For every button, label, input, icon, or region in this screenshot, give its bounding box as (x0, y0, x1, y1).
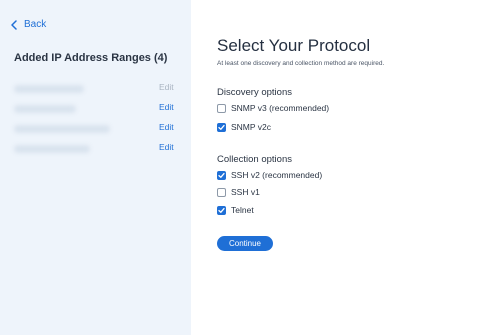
protocol-panel: Select Your Protocol At least one discov… (191, 0, 503, 335)
option-label: SNMP v3 (recommended) (231, 103, 330, 113)
discovery-options-title: Discovery options (217, 87, 292, 98)
sidebar: Back Added IP Address Ranges (4) Edit Ed… (0, 0, 191, 335)
back-link[interactable]: Back (10, 19, 46, 30)
check-icon (218, 124, 225, 130)
ip-range-edit-link[interactable]: Edit (159, 142, 174, 152)
option-label: SSH v1 (231, 187, 260, 197)
check-icon (218, 172, 225, 178)
ip-range-edit-link[interactable]: Edit (159, 122, 174, 132)
ip-range-row: Edit (0, 122, 191, 136)
option-label: SSH v2 (recommended) (231, 170, 323, 180)
ip-range-value-redacted (14, 145, 90, 153)
ip-range-edit-link[interactable]: Edit (159, 102, 174, 112)
option-snmp-v2c[interactable]: SNMP v2c (217, 122, 271, 132)
checkbox[interactable] (217, 170, 226, 180)
continue-button[interactable]: Continue (217, 236, 273, 251)
option-ssh-v2[interactable]: SSH v2 (recommended) (217, 170, 322, 180)
check-icon (218, 207, 225, 213)
ip-range-value-redacted (14, 85, 84, 93)
page-title: Select Your Protocol (217, 36, 371, 55)
checkbox[interactable] (217, 122, 226, 132)
option-label: SNMP v2c (231, 122, 271, 132)
checkbox[interactable] (217, 205, 226, 215)
checkbox[interactable] (217, 103, 226, 113)
ip-range-edit-link[interactable]: Edit (159, 82, 174, 92)
ip-range-value-redacted (14, 105, 76, 113)
back-label: Back (24, 19, 47, 30)
collection-options-title: Collection options (217, 154, 292, 165)
option-snmp-v3[interactable]: SNMP v3 (recommended) (217, 103, 329, 113)
option-label: Telnet (231, 205, 254, 215)
option-ssh-v1[interactable]: SSH v1 (217, 187, 260, 197)
page-subtitle: At least one discovery and collection me… (217, 60, 385, 67)
ip-range-row: Edit (0, 142, 191, 156)
chevron-left-icon (11, 19, 17, 30)
option-telnet[interactable]: Telnet (217, 205, 254, 215)
ip-range-row: Edit (0, 82, 191, 96)
ip-range-row: Edit (0, 102, 191, 116)
ip-ranges-title: Added IP Address Ranges (4) (14, 52, 168, 64)
checkbox[interactable] (217, 187, 226, 197)
ip-range-value-redacted (14, 125, 110, 133)
